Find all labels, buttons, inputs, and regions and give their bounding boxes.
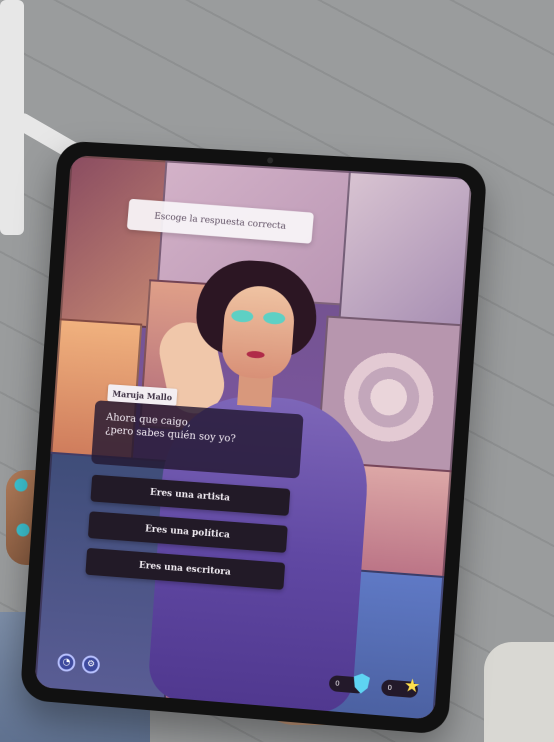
speaker-name: Maruja Mallo	[112, 387, 173, 402]
question-text: Escoge la respuesta correcta	[153, 211, 287, 232]
star-count: 0	[387, 683, 393, 693]
answer-label: Eres una artista	[149, 487, 231, 504]
answer-button[interactable]: Eres una política	[87, 511, 288, 553]
tablet-device: Escoge la respuesta correcta Maruja Mall…	[19, 140, 488, 736]
character-face	[220, 284, 297, 381]
front-camera	[266, 157, 274, 164]
shield-count: 0	[334, 679, 340, 688]
answer-label: Eres una escritora	[138, 560, 232, 578]
settings-icon: ⚙	[86, 659, 96, 670]
star-counter: 0 ★	[380, 674, 421, 699]
shield-counter: 0	[328, 675, 366, 694]
answer-button[interactable]: Eres una escritora	[85, 547, 286, 590]
profile-icon: ◔	[62, 657, 71, 668]
answer-label: Eres una política	[144, 523, 231, 541]
game-screen: Escoge la respuesta correcta Maruja Mall…	[34, 155, 473, 720]
answer-list: Eres una artista Eres una política Eres …	[85, 474, 291, 600]
star-icon: ★	[403, 674, 421, 698]
shoe	[484, 642, 554, 742]
